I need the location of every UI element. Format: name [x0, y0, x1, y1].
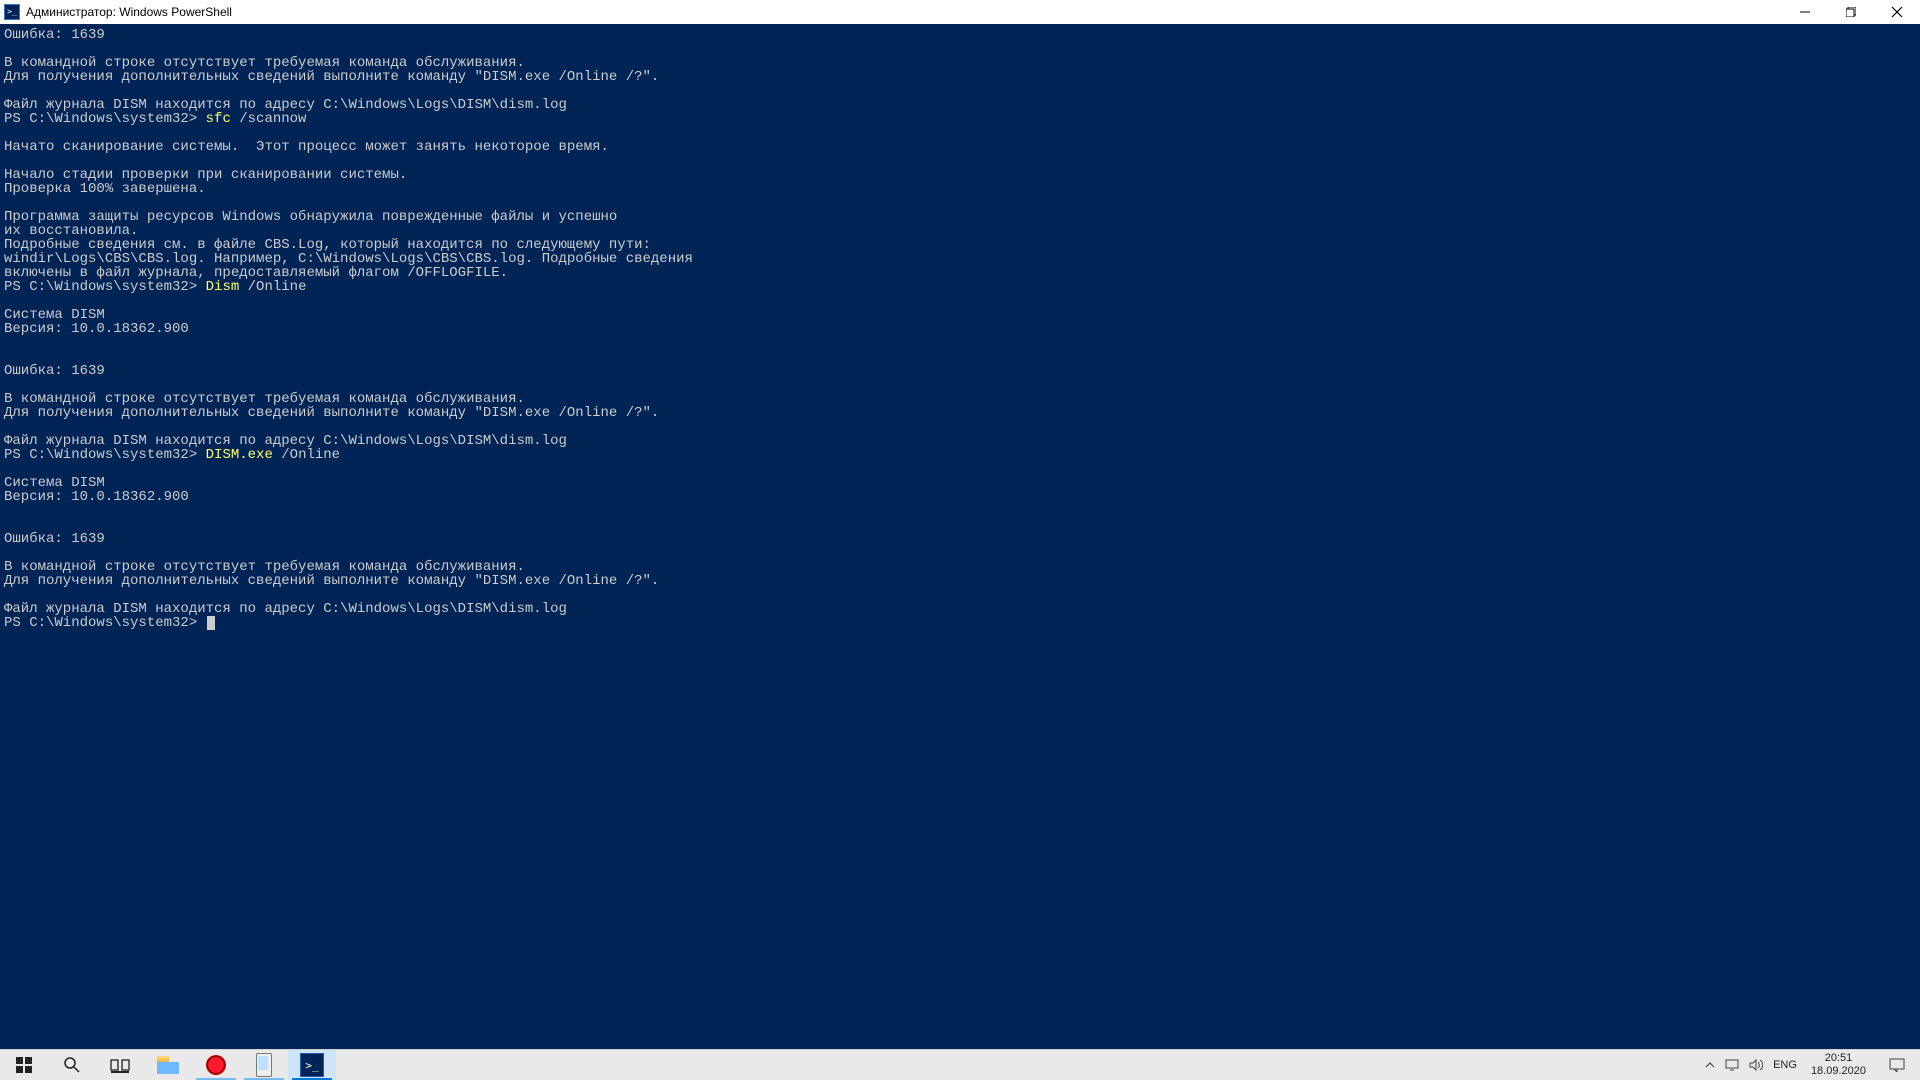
- taskbar-clock[interactable]: 20:51 18.09.2020: [1807, 1050, 1870, 1080]
- minimize-button[interactable]: [1782, 0, 1828, 24]
- terminal-line: [4, 588, 1920, 602]
- input-language[interactable]: ENG: [1773, 1059, 1797, 1071]
- terminal-line: включены в файл журнала, предоставляемый…: [4, 266, 1920, 280]
- terminal-line: Файл журнала DISM находится по адресу C:…: [4, 98, 1920, 112]
- terminal-line: Файл журнала DISM находится по адресу C:…: [4, 602, 1920, 616]
- terminal-line: PS C:\Windows\system32> Dism /Online: [4, 280, 1920, 294]
- monitor-icon: [1725, 1059, 1739, 1071]
- system-tray: ENG 20:51 18.09.2020: [1695, 1050, 1920, 1080]
- terminal-line: PS C:\Windows\system32>: [4, 616, 1920, 630]
- terminal-line: Подробные сведения см. в файле CBS.Log, …: [4, 238, 1920, 252]
- terminal-line: PS C:\Windows\system32> sfc /scannow: [4, 112, 1920, 126]
- terminal-line: Программа защиты ресурсов Windows обнару…: [4, 210, 1920, 224]
- taskbar-apps: >_: [0, 1050, 336, 1080]
- close-button[interactable]: [1874, 0, 1920, 24]
- terminal-line: [4, 350, 1920, 364]
- terminal-line: windir\Logs\CBS\CBS.log. Например, C:\Wi…: [4, 252, 1920, 266]
- terminal-line: В командной строке отсутствует требуемая…: [4, 56, 1920, 70]
- terminal-line: [4, 294, 1920, 308]
- terminal-line: [4, 336, 1920, 350]
- volume-icon[interactable]: [1749, 1059, 1763, 1071]
- task-view-button[interactable]: [96, 1050, 144, 1080]
- close-icon: [1891, 6, 1903, 18]
- clock-date: 18.09.2020: [1811, 1065, 1866, 1078]
- terminal-line: Для получения дополнительных сведений вы…: [4, 406, 1920, 420]
- terminal-line: [4, 126, 1920, 140]
- task-view-icon: [110, 1057, 130, 1073]
- terminal-line: [4, 420, 1920, 434]
- your-phone-icon: [256, 1053, 272, 1077]
- your-phone[interactable]: [240, 1050, 288, 1080]
- terminal-line: [4, 42, 1920, 56]
- terminal-line: Файл журнала DISM находится по адресу C:…: [4, 434, 1920, 448]
- terminal-line: Проверка 100% завершена.: [4, 182, 1920, 196]
- opera-browser[interactable]: [192, 1050, 240, 1080]
- terminal-line: Cистема DISM: [4, 308, 1920, 322]
- terminal-line: их восстановила.: [4, 224, 1920, 238]
- notification-icon: [1889, 1058, 1905, 1072]
- terminal-line: [4, 504, 1920, 518]
- terminal-line: Для получения дополнительных сведений вы…: [4, 70, 1920, 84]
- terminal-line: [4, 84, 1920, 98]
- terminal-line: [4, 378, 1920, 392]
- start-button[interactable]: [0, 1050, 48, 1080]
- powershell-taskbar-icon: >_: [300, 1053, 324, 1077]
- search-button[interactable]: [48, 1050, 96, 1080]
- terminal-line: Ошибка: 1639: [4, 364, 1920, 378]
- terminal-line: [4, 546, 1920, 560]
- terminal-output[interactable]: Ошибка: 1639 В командной строке отсутству…: [0, 24, 1920, 1050]
- terminal-line: Ошибка: 1639: [4, 532, 1920, 546]
- terminal-cursor: [207, 616, 215, 630]
- taskbar: >_ ENG 20:51 18.09.2020: [0, 1049, 1920, 1080]
- window-title: Администратор: Windows PowerShell: [26, 5, 232, 19]
- file-explorer[interactable]: [144, 1050, 192, 1080]
- powershell-window: Администратор: Windows PowerShell Ошибка…: [0, 0, 1920, 1050]
- file-explorer-icon: [157, 1056, 179, 1074]
- terminal-line: PS C:\Windows\system32> DISM.exe /Online: [4, 448, 1920, 462]
- terminal-line: Версия: 10.0.18362.900: [4, 490, 1920, 504]
- terminal-line: [4, 196, 1920, 210]
- maximize-button[interactable]: [1828, 0, 1874, 24]
- terminal-line: Версия: 10.0.18362.900: [4, 322, 1920, 336]
- terminal-line: [4, 462, 1920, 476]
- terminal-line: Ошибка: 1639: [4, 28, 1920, 42]
- restore-icon: [1846, 7, 1856, 17]
- titlebar[interactable]: Администратор: Windows PowerShell: [0, 0, 1920, 24]
- powershell-icon: [4, 4, 20, 20]
- speaker-icon: [1749, 1059, 1763, 1071]
- search-icon: [63, 1056, 81, 1074]
- chevron-up-icon: [1705, 1060, 1715, 1070]
- network-icon[interactable]: [1725, 1059, 1739, 1071]
- terminal-line: В командной строке отсутствует требуемая…: [4, 560, 1920, 574]
- opera-icon: [206, 1055, 226, 1075]
- windows-start-icon: [16, 1057, 32, 1073]
- tray-overflow-button[interactable]: [1705, 1060, 1715, 1070]
- terminal-line: Начало стадии проверки при сканировании …: [4, 168, 1920, 182]
- terminal-line: В командной строке отсутствует требуемая…: [4, 392, 1920, 406]
- terminal-line: [4, 518, 1920, 532]
- powershell[interactable]: >_: [288, 1050, 336, 1080]
- terminal-line: Начато сканирование системы. Этот процес…: [4, 140, 1920, 154]
- terminal-line: [4, 154, 1920, 168]
- clock-time: 20:51: [1811, 1052, 1866, 1065]
- terminal-line: Cистема DISM: [4, 476, 1920, 490]
- action-center-button[interactable]: [1880, 1058, 1914, 1072]
- terminal-line: Для получения дополнительных сведений вы…: [4, 574, 1920, 588]
- minimize-icon: [1800, 7, 1810, 17]
